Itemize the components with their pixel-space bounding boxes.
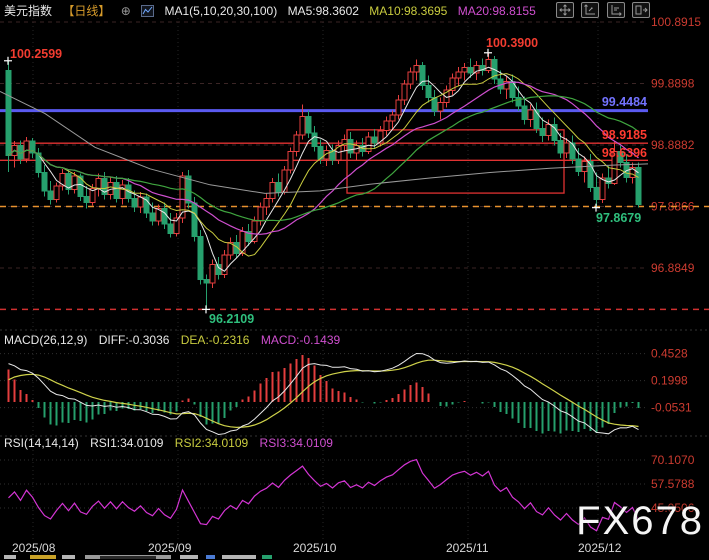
watermark: FX678 <box>576 499 704 544</box>
low-annotation-dec: 97.8679 <box>596 211 641 225</box>
macd-params: MACD(26,12,9) <box>4 333 87 347</box>
chart-style-icon[interactable] <box>141 5 154 20</box>
rsi3-value: RSI3:34.0109 <box>260 436 333 450</box>
x-axis-label-nov: 2025/11 <box>446 541 489 555</box>
high-annotation-nov: 100.3900 <box>486 36 538 50</box>
svg-text:-0.0531: -0.0531 <box>651 401 692 415</box>
high-annotation-aug: 100.2599 <box>10 47 62 61</box>
macd-value: MACD:-0.1439 <box>261 333 340 347</box>
reset-view-icon[interactable] <box>632 2 650 18</box>
x-axis-label-sep: 2025/09 <box>148 541 191 555</box>
trendline-label-blue[interactable]: 99.4484 <box>602 95 647 109</box>
ma-group-label: MA1(5,10,20,30,100) <box>164 4 277 18</box>
rsi2-value: RSI2:34.0109 <box>175 436 248 450</box>
bottom-toolbar-clipped <box>0 555 709 560</box>
macd-indicator-bar: MACD(26,12,9) DIFF:-0.3036 DEA:-0.2316 M… <box>4 333 348 347</box>
chart-canvas[interactable]: 100.891599.889898.888297.886696.88490.45… <box>0 0 709 560</box>
ma20-value: MA20:98.8155 <box>458 4 536 18</box>
pan-icon[interactable] <box>556 2 574 18</box>
rsi1-value: RSI1:34.0109 <box>90 436 163 450</box>
chart-window: 100.891599.889898.888297.886696.88490.45… <box>0 0 709 560</box>
main-indicator-bar: 美元指数 【日线】 ⊕ MA1(5,10,20,30,100) MA5:98.3… <box>4 2 543 18</box>
macd-dea-value: DEA:-0.2316 <box>181 333 250 347</box>
svg-text:100.8915: 100.8915 <box>651 15 701 29</box>
chart-toolbar <box>556 2 653 20</box>
svg-text:98.8882: 98.8882 <box>651 138 695 152</box>
svg-text:96.8849: 96.8849 <box>651 261 695 275</box>
trendline-label-red2[interactable]: 98.6396 <box>602 146 647 160</box>
scale-y-axis-icon[interactable] <box>581 2 599 18</box>
period-label: 【日线】 <box>62 4 110 18</box>
rsi-indicator-bar: RSI(14,14,14) RSI1:34.0109 RSI2:34.0109 … <box>4 436 341 450</box>
svg-text:57.5788: 57.5788 <box>651 477 695 491</box>
svg-text:0.4528: 0.4528 <box>651 347 688 361</box>
svg-text:99.8898: 99.8898 <box>651 77 695 91</box>
svg-text:70.1070: 70.1070 <box>651 453 695 467</box>
symbol-title: 美元指数 <box>4 4 52 18</box>
rsi-params: RSI(14,14,14) <box>4 436 79 450</box>
add-indicator-button[interactable]: ⊕ <box>121 4 131 18</box>
low-annotation-sep: 96.2109 <box>209 312 254 326</box>
trendline-label-red1[interactable]: 98.9185 <box>602 128 647 142</box>
ma5-value: MA5:98.3602 <box>288 4 359 18</box>
svg-text:0.1998: 0.1998 <box>651 374 688 388</box>
x-axis-label-aug: 2025/08 <box>12 541 55 555</box>
x-axis-label-oct: 2025/10 <box>293 541 336 555</box>
ma10-value: MA10:98.3695 <box>369 4 447 18</box>
scale-x-axis-icon[interactable] <box>607 2 625 18</box>
macd-diff-value: DIFF:-0.3036 <box>99 333 170 347</box>
